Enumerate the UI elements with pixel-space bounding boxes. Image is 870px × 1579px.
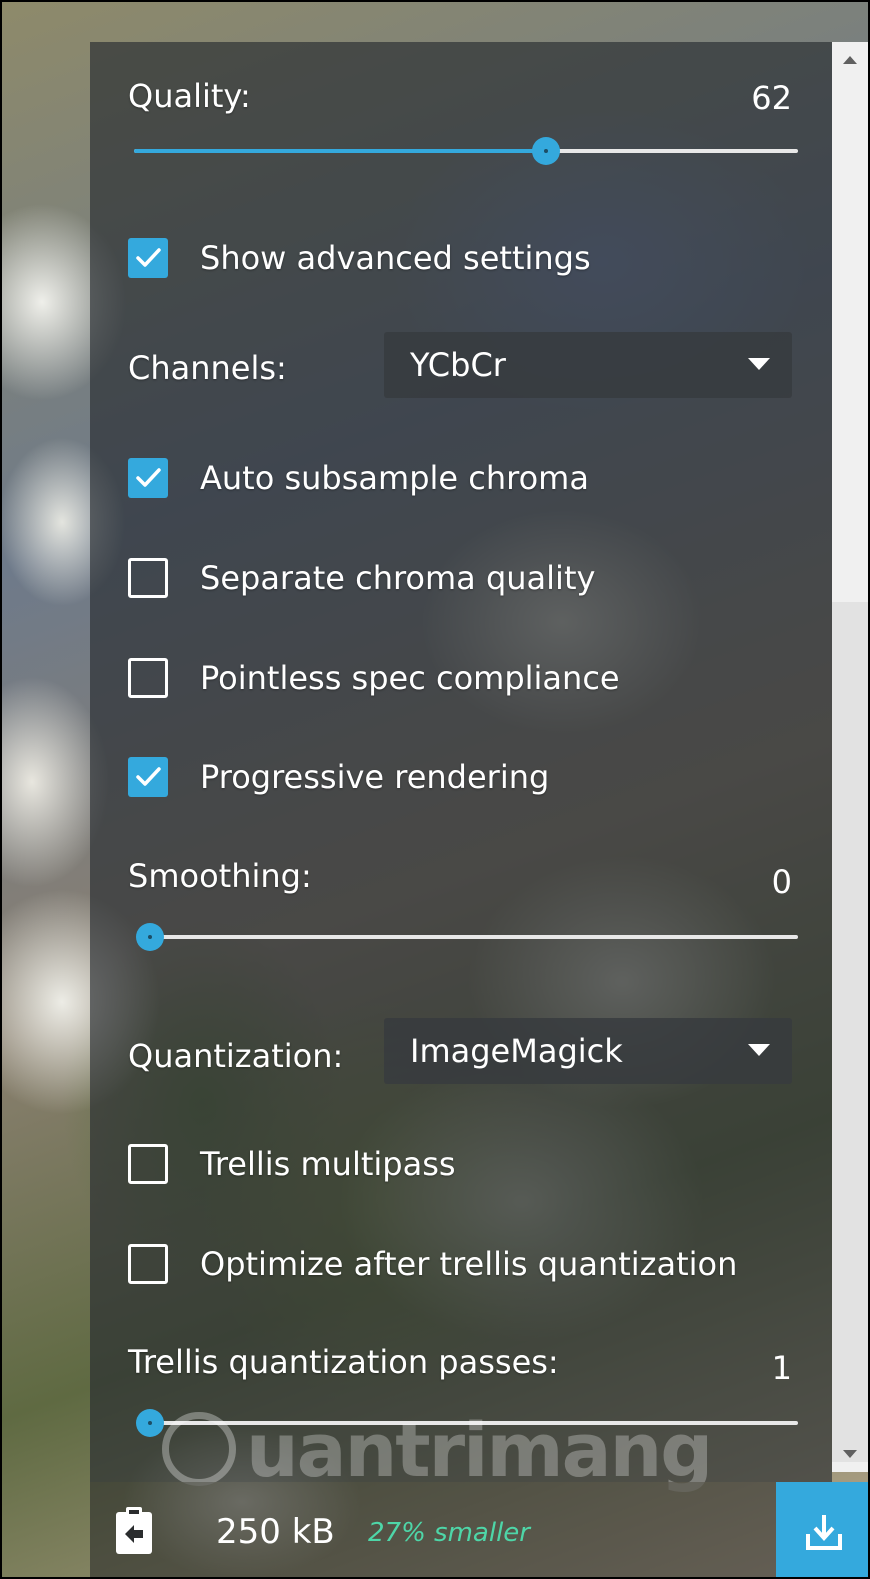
checkbox-box[interactable] [128, 558, 168, 598]
channels-selected-value: YCbCr [410, 346, 506, 384]
option-label: Auto subsample chroma [200, 459, 589, 497]
quantization-select[interactable]: ImageMagick [384, 1018, 792, 1084]
pointless-spec-compliance-checkbox[interactable]: Pointless spec compliance [128, 656, 748, 700]
smoothing-slider-track [150, 935, 798, 939]
quality-slider[interactable] [134, 136, 798, 166]
quality-slider-fill [134, 149, 546, 153]
checkbox-box[interactable] [128, 458, 168, 498]
results-footer: 250 kB 27% smaller [90, 1482, 780, 1577]
trellis-multipass-checkbox[interactable]: Trellis multipass [128, 1142, 728, 1186]
chevron-down-icon [748, 1044, 770, 1056]
show-advanced-label: Show advanced settings [200, 239, 591, 277]
smoothing-slider[interactable] [136, 922, 798, 952]
settings-panel: Quality: 62 Show advanced settings Chann… [90, 42, 832, 1482]
channels-select[interactable]: YCbCr [384, 332, 792, 398]
progressive-rendering-checkbox[interactable]: Progressive rendering [128, 755, 728, 799]
file-size: 250 kB [216, 1512, 335, 1552]
trellis-passes-slider-thumb[interactable] [136, 1409, 164, 1437]
checkbox-box[interactable] [128, 1144, 168, 1184]
quality-label: Quality: [128, 77, 251, 115]
checkmark-icon [136, 468, 161, 487]
auto-subsample-chroma-checkbox[interactable]: Auto subsample chroma [128, 456, 728, 500]
app-window: Quality: 62 Show advanced settings Chann… [0, 0, 870, 1579]
checkbox-box[interactable] [128, 238, 168, 278]
checkbox-box[interactable] [128, 757, 168, 797]
trellis-passes-value: 1 [771, 1349, 792, 1387]
separate-chroma-quality-checkbox[interactable]: Separate chroma quality [128, 556, 728, 600]
scroll-up-icon[interactable] [843, 56, 857, 64]
copy-settings-icon[interactable] [114, 1506, 154, 1556]
quality-slider-thumb[interactable] [531, 137, 560, 165]
scroll-down-icon[interactable] [843, 1450, 857, 1458]
option-label: Pointless spec compliance [200, 659, 620, 697]
show-advanced-checkbox[interactable]: Show advanced settings [128, 236, 728, 280]
scrollbar-thumb[interactable] [832, 602, 868, 1462]
channels-label: Channels: [128, 349, 287, 387]
trellis-passes-label: Trellis quantization passes: [128, 1343, 559, 1381]
checkbox-box[interactable] [128, 1244, 168, 1284]
quality-value: 62 [751, 79, 792, 117]
chevron-down-icon [748, 358, 770, 370]
quantization-selected-value: ImageMagick [410, 1032, 623, 1070]
checkmark-icon [136, 248, 161, 267]
download-button[interactable] [776, 1482, 868, 1577]
trellis-passes-slider-track [150, 1421, 798, 1425]
option-label: Optimize after trellis quantization [200, 1245, 738, 1283]
quantization-label: Quantization: [128, 1037, 344, 1075]
checkbox-box[interactable] [128, 658, 168, 698]
panel-scrollbar[interactable] [832, 42, 868, 1472]
smoothing-slider-thumb[interactable] [136, 923, 164, 951]
download-icon [804, 1512, 844, 1552]
option-label: Separate chroma quality [200, 559, 596, 597]
smoothing-label: Smoothing: [128, 857, 312, 895]
smoothing-value: 0 [771, 863, 792, 901]
size-savings: 27% smaller [368, 1518, 530, 1548]
trellis-passes-slider[interactable] [136, 1408, 798, 1438]
checkmark-icon [136, 767, 161, 786]
optimize-after-trellis-checkbox[interactable]: Optimize after trellis quantization [128, 1242, 818, 1286]
option-label: Trellis multipass [200, 1145, 456, 1183]
option-label: Progressive rendering [200, 758, 550, 796]
